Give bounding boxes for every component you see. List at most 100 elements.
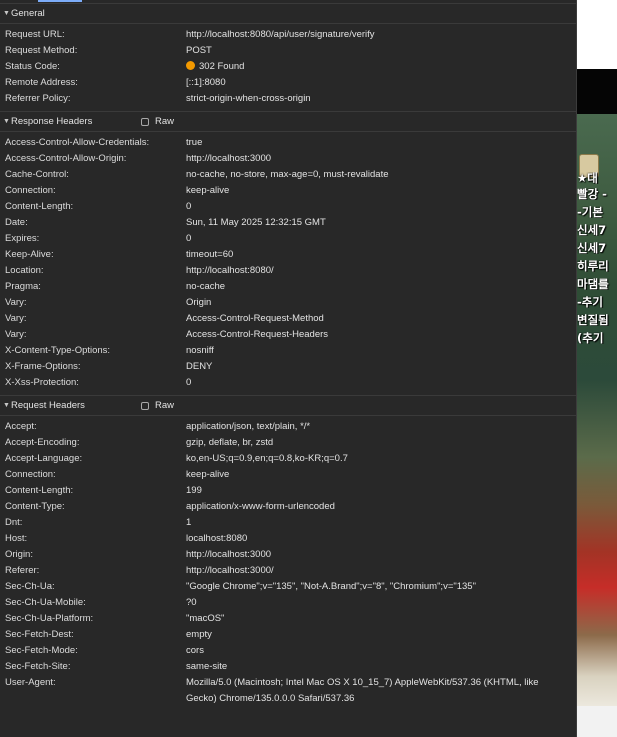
poster-text-line: 신세7 <box>577 224 607 236</box>
header-value[interactable]: keep-alive <box>186 183 566 199</box>
header-value[interactable]: 0 <box>186 199 566 215</box>
header-key: Request URL: <box>5 29 65 40</box>
triangle-down-icon[interactable]: ▼ <box>3 118 10 125</box>
request-headers-section-header[interactable]: ▼ Request Headers Raw <box>0 396 576 416</box>
header-value[interactable]: Sun, 11 May 2025 12:32:15 GMT <box>186 215 566 231</box>
header-row: User-Agent: Mozilla/5.0 (Macintosh; Intel… <box>0 675 576 707</box>
header-row: Sec-Ch-Ua: "Google Chrome";v="135", "Not-… <box>0 579 576 595</box>
header-key: Dnt: <box>5 517 23 528</box>
header-value[interactable]: timeout=60 <box>186 247 566 263</box>
header-key: Sec-Ch-Ua: <box>5 581 55 592</box>
header-value[interactable]: nosniff <box>186 343 566 359</box>
raw-checkbox[interactable] <box>141 117 149 126</box>
header-key: Content-Length: <box>5 201 74 212</box>
header-key: Pragma: <box>5 281 41 292</box>
header-row: Dnt: 1 <box>0 515 576 531</box>
header-value[interactable]: http://localhost:8080/ <box>186 263 566 279</box>
header-value[interactable]: 0 <box>186 231 566 247</box>
header-value[interactable]: no-cache <box>186 279 566 295</box>
header-key: Referer: <box>5 565 40 576</box>
page-bottom-area <box>577 706 617 737</box>
header-value[interactable]: http://localhost:3000/ <box>186 563 566 579</box>
header-key: Status Code: <box>5 61 60 72</box>
header-row: Remote Address: [::1]:8080 <box>0 75 576 91</box>
header-value[interactable]: 1 <box>186 515 566 531</box>
header-row: Accept-Language: ko,en-US;q=0.9,en;q=0.8,… <box>0 451 576 467</box>
header-value[interactable]: 0 <box>186 375 566 391</box>
header-value[interactable]: application/json, text/plain, */* <box>186 419 566 435</box>
header-value[interactable]: http://localhost:8080/api/user/signature… <box>186 27 566 43</box>
raw-checkbox[interactable] <box>141 401 149 410</box>
header-value[interactable]: http://localhost:3000 <box>186 547 566 563</box>
response-headers-title: Response Headers <box>11 116 93 127</box>
header-key: Access-Control-Allow-Origin: <box>5 153 127 164</box>
header-value[interactable]: ko,en-US;q=0.9,en;q=0.8,ko-KR;q=0.7 <box>186 451 566 467</box>
header-row: Keep-Alive: timeout=60 <box>0 247 576 263</box>
header-value[interactable]: "Google Chrome";v="135", "Not-A.Brand";v… <box>186 579 566 595</box>
header-value[interactable]: no-cache, no-store, max-age=0, must-reva… <box>186 167 566 183</box>
header-value[interactable]: Origin <box>186 295 566 311</box>
header-row: Sec-Fetch-Dest: empty <box>0 627 576 643</box>
header-key: Request Method: <box>5 45 78 56</box>
header-key: Accept-Language: <box>5 453 83 464</box>
header-value[interactable]: strict-origin-when-cross-origin <box>186 91 566 107</box>
header-key: Accept-Encoding: <box>5 437 80 448</box>
header-value[interactable]: localhost:8080 <box>186 531 566 547</box>
triangle-down-icon[interactable]: ▼ <box>3 402 10 409</box>
active-tab-indicator <box>38 0 82 2</box>
response-header-rows: Access-Control-Allow-Credentials: true Acc… <box>0 132 576 395</box>
request-headers-title: Request Headers <box>11 400 85 411</box>
header-row: Cache-Control: no-cache, no-store, max-ag… <box>0 167 576 183</box>
poster-text-line: -추기 <box>577 296 603 308</box>
poster-text-line: 변질됨 <box>577 314 609 326</box>
header-key: Origin: <box>5 549 33 560</box>
response-headers-section-header[interactable]: ▼ Response Headers Raw <box>0 112 576 132</box>
header-value[interactable]: Mozilla/5.0 (Macintosh; Intel Mac OS X 1… <box>186 675 566 707</box>
header-value[interactable]: ?0 <box>186 595 566 611</box>
raw-toggle[interactable]: Raw <box>141 400 174 411</box>
header-value[interactable]: http://localhost:3000 <box>186 151 566 167</box>
general-rows: Request URL: http://localhost:8080/api/u… <box>0 24 576 111</box>
header-row: Date: Sun, 11 May 2025 12:32:15 GMT <box>0 215 576 231</box>
header-value[interactable]: keep-alive <box>186 467 566 483</box>
header-value[interactable]: application/x-www-form-urlencoded <box>186 499 566 515</box>
header-value[interactable]: cors <box>186 643 566 659</box>
header-value[interactable]: gzip, deflate, br, zstd <box>186 435 566 451</box>
header-row: X-Content-Type-Options: nosniff <box>0 343 576 359</box>
header-key: Sec-Fetch-Mode: <box>5 645 78 656</box>
header-row: Sec-Fetch-Site: same-site <box>0 659 576 675</box>
header-value[interactable]: DENY <box>186 359 566 375</box>
raw-label: Raw <box>155 400 175 411</box>
header-key: Accept: <box>5 421 37 432</box>
header-row: Sec-Ch-Ua-Platform: "macOS" <box>0 611 576 627</box>
header-value[interactable]: same-site <box>186 659 566 675</box>
header-key: Sec-Ch-Ua-Platform: <box>5 613 94 624</box>
status-code-value[interactable]: 302 Found <box>186 59 566 75</box>
devtools-headers-panel: ▼ General Request URL: http://localhost:… <box>0 0 577 737</box>
header-row: Access-Control-Allow-Credentials: true <box>0 135 576 151</box>
header-value[interactable]: [::1]:8080 <box>186 75 566 91</box>
header-row: Vary: Origin <box>0 295 576 311</box>
header-value[interactable]: POST <box>186 43 566 59</box>
header-value[interactable]: Access-Control-Request-Headers <box>186 327 566 343</box>
header-value[interactable]: Access-Control-Request-Method <box>186 311 566 327</box>
header-value[interactable]: true <box>186 135 566 151</box>
header-key: User-Agent: <box>5 677 56 688</box>
header-key: Keep-Alive: <box>5 249 54 260</box>
header-key: Sec-Fetch-Dest: <box>5 629 74 640</box>
header-value[interactable]: empty <box>186 627 566 643</box>
header-value[interactable]: "macOS" <box>186 611 566 627</box>
header-row: Content-Length: 0 <box>0 199 576 215</box>
header-row: Connection: keep-alive <box>0 183 576 199</box>
header-row: Expires: 0 <box>0 231 576 247</box>
general-section-header[interactable]: ▼ General <box>0 4 576 24</box>
header-key: Remote Address: <box>5 77 78 88</box>
poster-text-line: 빨강 - <box>577 188 607 200</box>
header-value[interactable]: 199 <box>186 483 566 499</box>
header-key: Cache-Control: <box>5 169 69 180</box>
response-headers-section: ▼ Response Headers Raw Access-Control-Al… <box>0 111 576 395</box>
header-key: X-Frame-Options: <box>5 361 81 372</box>
triangle-down-icon[interactable]: ▼ <box>3 10 10 17</box>
raw-toggle[interactable]: Raw <box>141 116 174 127</box>
header-key: Sec-Ch-Ua-Mobile: <box>5 597 86 608</box>
